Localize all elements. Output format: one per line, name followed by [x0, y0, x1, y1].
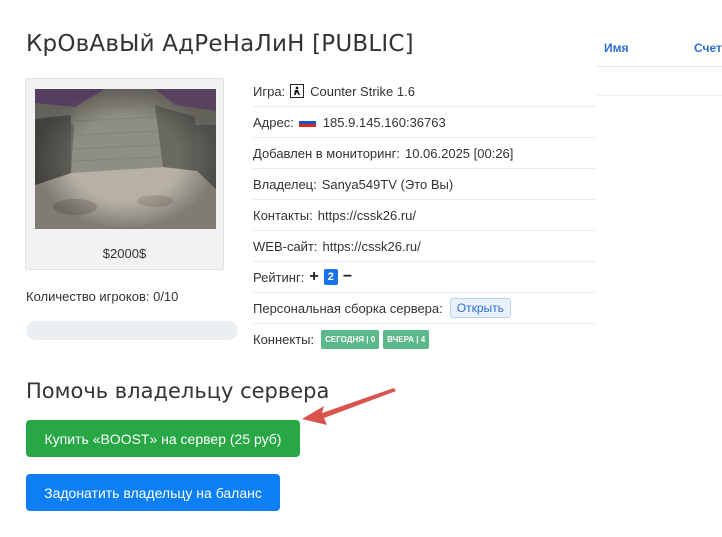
contacts-link[interactable]: https://cssk26.ru/ — [318, 208, 416, 223]
info-row-contacts: Контакты: https://cssk26.ru/ — [253, 200, 596, 231]
info-row-website: WEB-сайт: https://cssk26.ru/ — [253, 231, 596, 262]
players-table-divider — [597, 95, 722, 96]
server-title: КрОвАвЫй АдРеНаЛиН [PUBLIC] — [26, 31, 414, 57]
game-label: Игра: — [253, 83, 286, 99]
owner-label: Владелец: — [253, 176, 317, 192]
rating-label: Рейтинг: — [253, 269, 305, 285]
players-progress-bar — [26, 321, 238, 340]
address-label: Адрес: — [253, 114, 294, 130]
donate-button[interactable]: Задонатить владельцу на баланс — [26, 474, 280, 511]
info-row-added: Добавлен в мониторинг: 10.06.2025 [00:26… — [253, 138, 596, 169]
red-arrow-annotation — [302, 388, 396, 425]
added-value: 10.06.2025 [00:26] — [404, 145, 514, 161]
info-row-build: Персональная сборка сервера: Открыть — [253, 293, 596, 324]
owner-value[interactable]: Sanya549TV (Это Вы) — [322, 177, 453, 192]
map-screenshot — [35, 89, 216, 229]
added-label: Добавлен в мониторинг: — [253, 145, 400, 161]
connects-today-badge: СЕГОДНЯ | 0 — [321, 330, 380, 349]
russia-flag-icon — [298, 117, 316, 127]
buy-boost-button[interactable]: Купить «BOOST» на сервер (25 руб) — [26, 420, 300, 457]
info-row-game: Игра: Counter Strike 1.6 — [253, 76, 596, 107]
website-label: WEB-сайт: — [253, 238, 318, 254]
server-info-list: Игра: Counter Strike 1.6 Адрес: 185.9.14… — [253, 76, 596, 355]
rating-plus-button[interactable]: + — [309, 268, 318, 286]
game-value: Counter Strike 1.6 — [310, 83, 415, 99]
players-value: 0/10 — [153, 289, 179, 304]
info-row-rating: Рейтинг: + 2 − — [253, 262, 596, 293]
help-owner-title: Помочь владельцу сервера — [26, 379, 330, 403]
rating-value: 2 — [323, 269, 338, 285]
info-row-owner: Владелец: Sanya549TV (Это Вы) — [253, 169, 596, 200]
server-price: $2000$ — [102, 246, 147, 261]
contacts-label: Контакты: — [253, 207, 313, 223]
connects-label: Коннекты: — [253, 332, 315, 347]
build-label: Персональная сборка сервера: — [253, 300, 443, 316]
col-name-header[interactable]: Имя — [604, 41, 629, 55]
players-count: Количество игроков: 0/10 — [26, 289, 178, 304]
map-card: $2000$ — [25, 78, 224, 270]
col-score-header[interactable]: Счет — [694, 41, 722, 55]
counter-strike-icon — [290, 84, 305, 98]
address-value[interactable]: 185.9.145.160:36763 — [323, 115, 446, 130]
open-build-button[interactable]: Открыть — [449, 298, 511, 318]
info-row-connects: Коннекты: СЕГОДНЯ | 0 ВЧЕРА | 4 — [253, 324, 596, 355]
rating-minus-button[interactable]: − — [343, 268, 352, 286]
website-link[interactable]: https://cssk26.ru/ — [323, 239, 421, 254]
players-label: Количество игроков: — [26, 289, 150, 304]
info-row-address: Адрес: 185.9.145.160:36763 — [253, 107, 596, 138]
connects-yesterday-badge: ВЧЕРА | 4 — [383, 330, 430, 349]
players-table-header: Имя Счет — [597, 38, 722, 67]
